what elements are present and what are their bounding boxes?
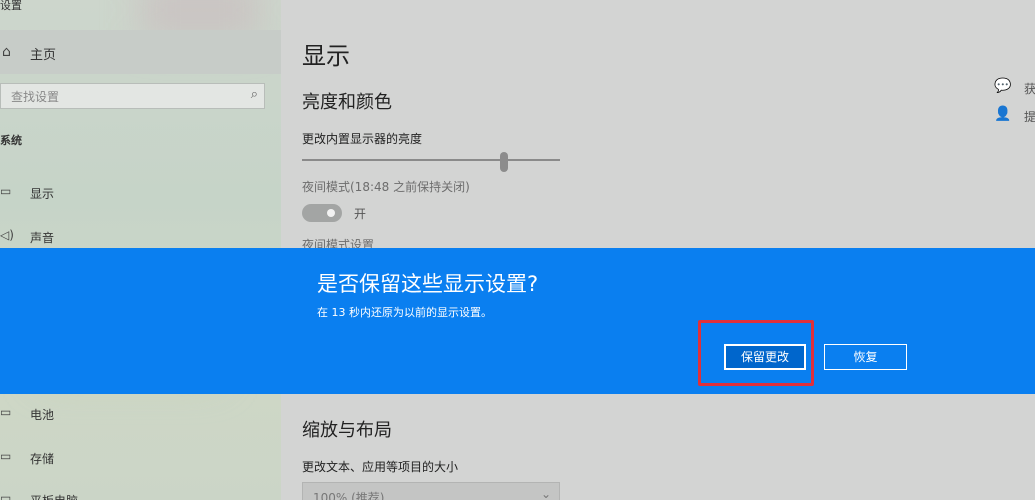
- battery-icon: ▭: [0, 405, 12, 419]
- sidebar-item-label: 主页: [30, 48, 57, 63]
- storage-icon: ▭: [0, 449, 12, 463]
- speaker-icon: ◁): [0, 228, 14, 242]
- link-label: 提供反馈: [1024, 110, 1035, 124]
- sidebar-item-display[interactable]: ▭ 显示: [0, 182, 281, 204]
- keep-changes-button[interactable]: 保留更改: [724, 344, 806, 370]
- sidebar-item-label: 存储: [30, 452, 55, 466]
- feedback-link[interactable]: 👤 提供反馈: [994, 106, 1035, 126]
- chat-help-icon: 💬: [994, 78, 1012, 94]
- night-mode-toggle[interactable]: [302, 204, 342, 222]
- sidebar-item-storage[interactable]: ▭ 存储: [0, 447, 281, 469]
- sidebar-item-tablet[interactable]: ▭ 平板电脑: [0, 489, 281, 500]
- revert-button[interactable]: 恢复: [824, 344, 907, 370]
- search-placeholder: 查找设置: [11, 90, 60, 104]
- dialog-message: 在 13 秒内还原为以前的显示设置。: [317, 306, 492, 319]
- toggle-state-label: 开: [354, 207, 367, 221]
- sidebar-item-home[interactable]: ⌂ 主页: [0, 30, 281, 74]
- sidebar-item-sound[interactable]: ◁) 声音: [0, 226, 281, 248]
- brightness-slider[interactable]: [302, 152, 560, 172]
- sidebar-item-label: 显示: [30, 187, 55, 201]
- scale-dropdown[interactable]: 100% (推荐) ⌄: [302, 482, 560, 500]
- sidebar-item-battery[interactable]: ▭ 电池: [0, 403, 281, 425]
- person-feedback-icon: 👤: [994, 106, 1012, 122]
- sidebar-item-label: 电池: [30, 408, 55, 422]
- dialog-title: 是否保留这些显示设置?: [317, 272, 539, 296]
- sidebar-section-heading: 系统: [0, 134, 22, 147]
- get-help-link[interactable]: 💬 获取帮助: [994, 78, 1035, 98]
- chevron-down-icon: ⌄: [540, 487, 551, 500]
- toggle-knob: [327, 209, 335, 217]
- search-input[interactable]: 查找设置 ⌕: [0, 83, 265, 109]
- section-heading-brightness: 亮度和颜色: [302, 92, 392, 113]
- scale-value: 100% (推荐): [313, 491, 385, 500]
- section-heading-scale: 缩放与布局: [302, 420, 392, 441]
- keep-display-settings-dialog: 是否保留这些显示设置? 在 13 秒内还原为以前的显示设置。 保留更改 恢复: [0, 248, 1035, 394]
- slider-track: [302, 159, 560, 161]
- night-mode-status: 夜间模式(18:48 之前保持关闭): [302, 180, 470, 194]
- scale-label: 更改文本、应用等项目的大小: [302, 460, 459, 474]
- brightness-label: 更改内置显示器的亮度: [302, 132, 423, 146]
- home-icon: ⌂: [2, 44, 11, 60]
- sidebar-item-label: 声音: [30, 231, 55, 245]
- sidebar-item-label: 平板电脑: [30, 492, 78, 500]
- link-label: 获取帮助: [1024, 82, 1035, 96]
- page-title: 显示: [302, 42, 350, 70]
- slider-thumb[interactable]: [500, 152, 508, 172]
- window-title: 设置: [0, 0, 22, 12]
- monitor-icon: ▭: [0, 184, 12, 198]
- search-icon[interactable]: ⌕: [251, 87, 258, 102]
- tablet-icon: ▭: [0, 491, 12, 500]
